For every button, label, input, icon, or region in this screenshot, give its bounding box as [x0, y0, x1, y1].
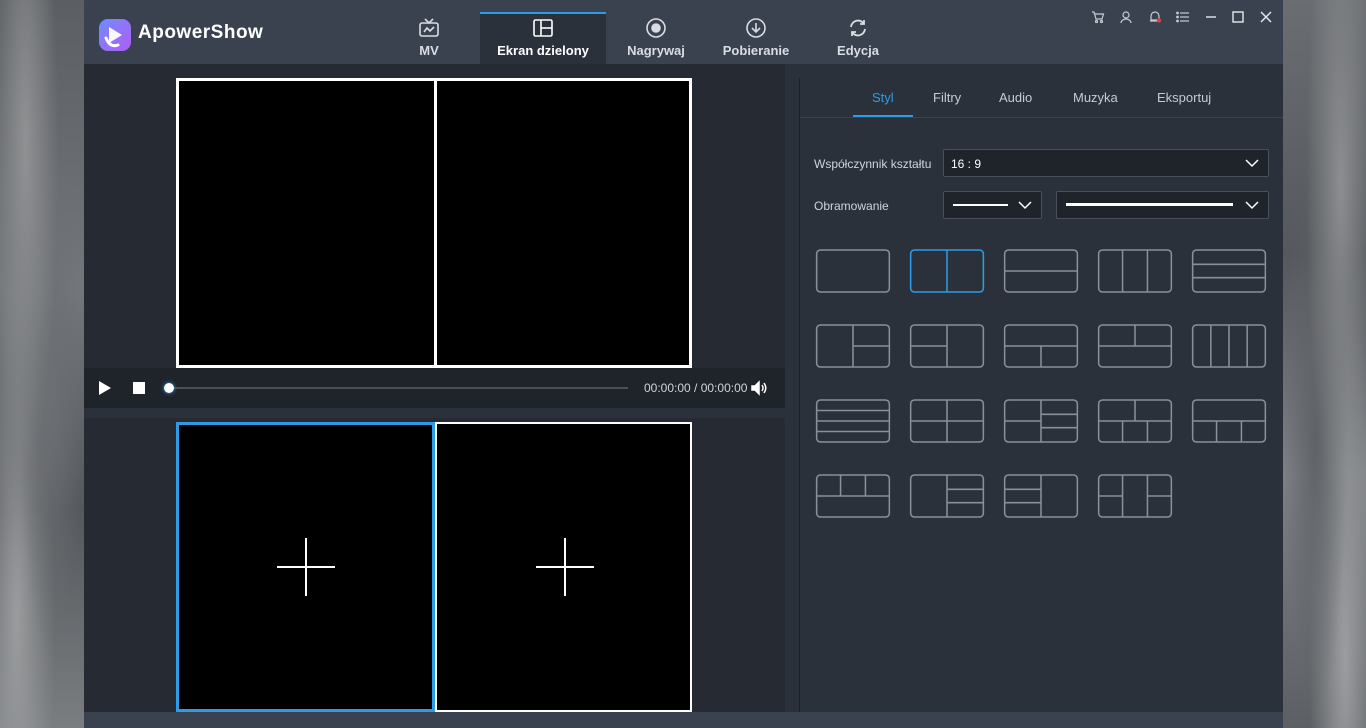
- app-name: ApowerShow: [138, 22, 264, 43]
- layout-option-5[interactable]: [1191, 249, 1267, 293]
- desktop-background-right: [1282, 0, 1366, 728]
- minimize-button[interactable]: [1202, 8, 1220, 26]
- layout-option-17[interactable]: [909, 474, 985, 518]
- player-controls: 00:00:00 / 00:00:00: [84, 368, 785, 408]
- tab-download[interactable]: Pobieranie: [716, 12, 796, 64]
- download-icon: [746, 18, 766, 38]
- settings-tabs: Styl Filtry Audio Muzyka Eksportuj: [800, 78, 1283, 118]
- close-button[interactable]: [1257, 8, 1275, 26]
- title-bar: ApowerShow MV Ekran dzielony Nagrywaj Po…: [84, 0, 1283, 64]
- tab-filters[interactable]: Filtry: [933, 90, 961, 105]
- preview-panel: 00:00:00 / 00:00:00: [84, 64, 785, 712]
- time-display: 00:00:00 / 00:00:00: [644, 381, 748, 395]
- border-width-select[interactable]: [1056, 191, 1269, 219]
- layout-option-19[interactable]: [1097, 474, 1173, 518]
- layout-option-6[interactable]: [815, 324, 891, 368]
- cart-icon: [1092, 11, 1105, 24]
- aspect-ratio-label: Współczynnik kształtu: [814, 157, 932, 171]
- settings-panel: Styl Filtry Audio Muzyka Eksportuj Współ…: [799, 78, 1283, 712]
- active-tab-indicator: [853, 115, 913, 117]
- tab-split-screen[interactable]: Ekran dzielony: [480, 12, 606, 64]
- play-icon[interactable]: [98, 380, 112, 396]
- border-label: Obramowanie: [814, 199, 889, 213]
- layout-option-13[interactable]: [1003, 399, 1079, 443]
- tab-style[interactable]: Styl: [872, 90, 894, 105]
- layout-option-7[interactable]: [909, 324, 985, 368]
- tab-music[interactable]: Muzyka: [1073, 90, 1118, 105]
- layout-option-16[interactable]: [815, 474, 891, 518]
- tab-label: Ekran dzielony: [497, 43, 589, 58]
- tv-icon: [419, 18, 439, 37]
- layout-option-18[interactable]: [1003, 474, 1079, 518]
- video-preview: [176, 78, 692, 368]
- panel-separator: [84, 408, 785, 418]
- tab-label: Edycja: [837, 43, 879, 58]
- maximize-button[interactable]: [1229, 8, 1247, 26]
- aspect-ratio-select[interactable]: 16 : 9: [943, 149, 1269, 177]
- border-style-select[interactable]: [943, 191, 1042, 219]
- layout-option-3[interactable]: [1003, 249, 1079, 293]
- tab-record[interactable]: Nagrywaj: [620, 12, 692, 64]
- tab-label: MV: [419, 43, 439, 58]
- split-slot-1[interactable]: [176, 422, 435, 712]
- menu-button[interactable]: [1174, 8, 1192, 26]
- user-icon: [1120, 11, 1132, 24]
- tab-label: Nagrywaj: [627, 43, 685, 58]
- layout-option-1[interactable]: [815, 249, 891, 293]
- border-width-sample: [1066, 203, 1233, 206]
- account-button[interactable]: [1117, 8, 1135, 26]
- chevron-down-icon: [1245, 201, 1259, 210]
- layout-option-12[interactable]: [909, 399, 985, 443]
- menu-icon: [1176, 11, 1189, 23]
- record-icon: [646, 18, 666, 38]
- refresh-icon: [850, 19, 866, 37]
- layout-option-8[interactable]: [1003, 324, 1079, 368]
- layout-option-14[interactable]: [1097, 399, 1173, 443]
- maximize-icon: [1232, 11, 1244, 23]
- aspect-ratio-value: 16 : 9: [951, 157, 982, 171]
- chevron-down-icon: [1018, 201, 1032, 210]
- apowershow-logo-icon: [99, 19, 131, 51]
- layout-option-15[interactable]: [1191, 399, 1267, 443]
- chevron-down-icon: [1245, 159, 1259, 168]
- border-style-sample: [953, 204, 1008, 206]
- app-window: ApowerShow MV Ekran dzielony Nagrywaj Po…: [84, 0, 1283, 728]
- notification-button[interactable]: [1146, 8, 1164, 26]
- tab-edit[interactable]: Edycja: [824, 12, 892, 64]
- layout-option-11[interactable]: [815, 399, 891, 443]
- add-media-icon[interactable]: [276, 538, 335, 596]
- notification-icon: [1150, 11, 1162, 23]
- tab-audio[interactable]: Audio: [999, 90, 1032, 105]
- minimize-icon: [1206, 16, 1216, 18]
- tab-label: Pobieranie: [722, 43, 790, 58]
- layout-option-4[interactable]: [1097, 249, 1173, 293]
- split-editor: [176, 422, 692, 712]
- progress-handle[interactable]: [164, 383, 174, 393]
- status-bar: [84, 712, 1283, 728]
- layout-option-9[interactable]: [1097, 324, 1173, 368]
- add-media-icon[interactable]: [535, 538, 594, 596]
- cart-button[interactable]: [1089, 8, 1107, 26]
- split-screen-icon: [533, 19, 553, 37]
- preview-divider: [434, 81, 437, 365]
- desktop-background-left: [0, 0, 84, 728]
- tab-mv[interactable]: MV: [394, 12, 464, 64]
- close-icon: [1260, 11, 1272, 23]
- split-slot-2[interactable]: [435, 424, 692, 710]
- progress-track[interactable]: [168, 387, 628, 389]
- layout-option-10[interactable]: [1191, 324, 1267, 368]
- stop-icon[interactable]: [132, 381, 146, 395]
- volume-icon[interactable]: [750, 379, 768, 397]
- layout-option-2[interactable]: [909, 249, 985, 293]
- tab-export[interactable]: Eksportuj: [1157, 90, 1211, 105]
